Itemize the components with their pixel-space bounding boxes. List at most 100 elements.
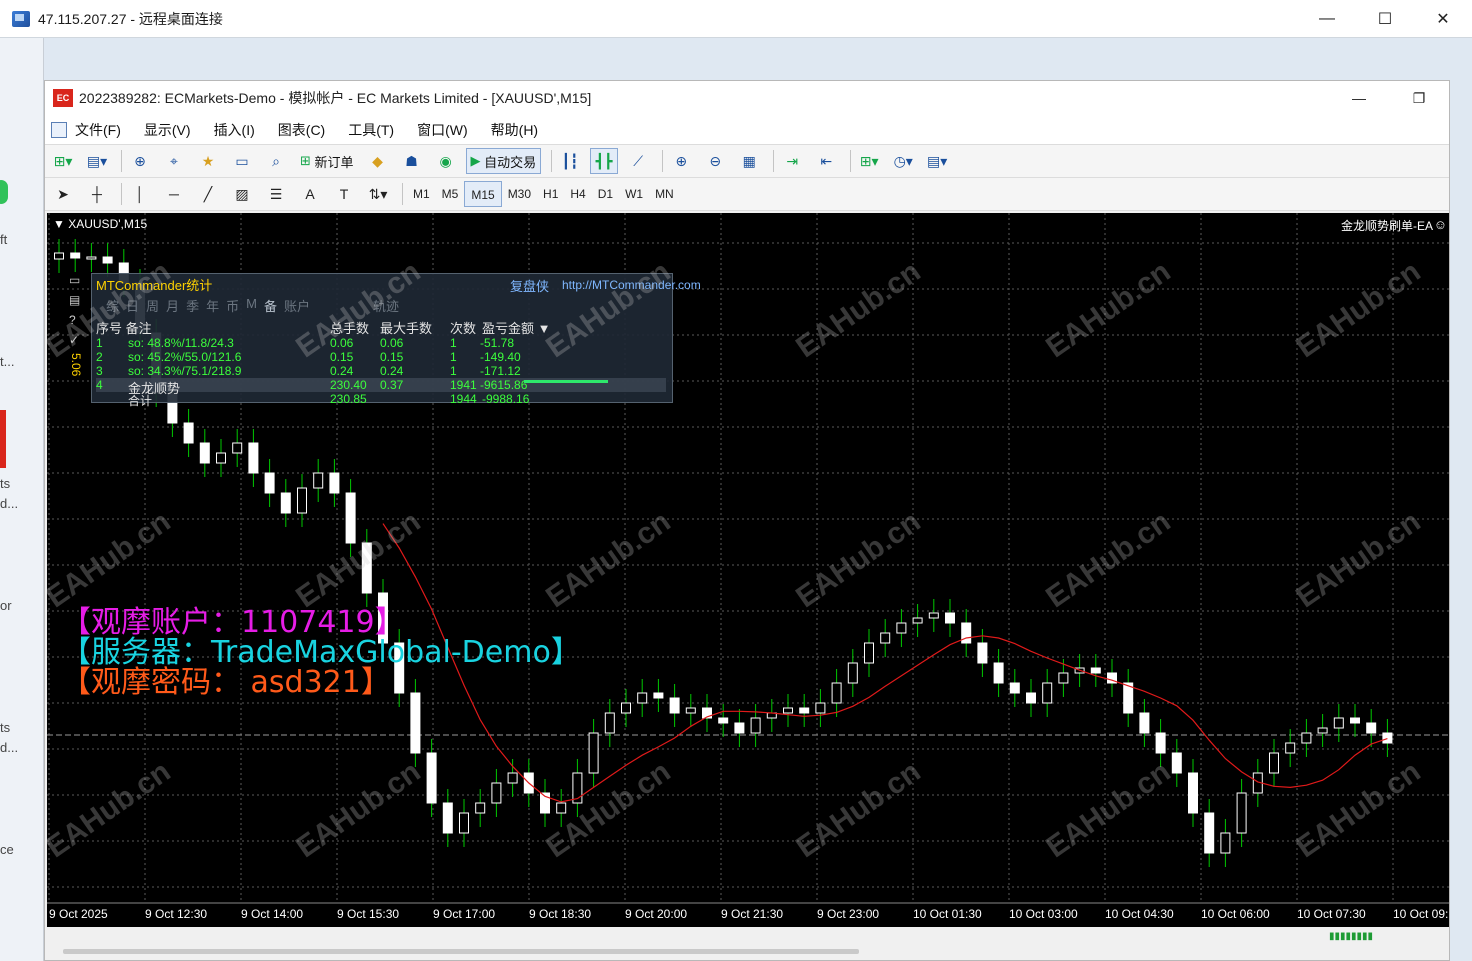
minimize-button[interactable]: —	[1298, 0, 1356, 38]
chart-autoscroll-button[interactable]: ⇥	[778, 148, 806, 174]
equidistant-channel-button[interactable]: ▨	[228, 181, 256, 207]
tab-currency[interactable]: 币	[226, 296, 239, 315]
candle-body	[216, 452, 226, 464]
mt4-minimize-button[interactable]: —	[1329, 81, 1389, 115]
col-pnl[interactable]: 盈亏金额 ▼	[482, 318, 550, 337]
tab-track[interactable]: 轨迹	[373, 296, 399, 315]
ea-smile-icon: ☺	[1433, 217, 1447, 232]
candlestick-button[interactable]: ┫┣	[590, 148, 619, 174]
metaeditor-button[interactable]: ◆	[364, 148, 392, 174]
signals-button[interactable]: ☗	[398, 148, 426, 174]
minimize-panel-icon[interactable]: ▭	[69, 273, 87, 293]
crosshair-button[interactable]: ┼	[83, 181, 111, 207]
text-icon: A	[305, 186, 315, 202]
menu-file[interactable]: 文件(F)	[75, 120, 121, 140]
remote-desktop-background: ft t... ts d... or ts d... ce	[0, 38, 44, 961]
fibonacci-button[interactable]: ☰	[262, 181, 290, 207]
close-button[interactable]: ✕	[1414, 0, 1472, 38]
menu-charts[interactable]: 图表(C)	[278, 120, 325, 140]
tab-comment[interactable]: 备	[264, 296, 277, 315]
timeframe-w1[interactable]: W1	[619, 181, 649, 207]
vertical-line-icon: │	[135, 186, 145, 202]
check-icon[interactable]: ✓	[69, 333, 87, 353]
text-label-button[interactable]: T	[330, 181, 358, 207]
templates-button[interactable]: ▤▾	[923, 148, 951, 174]
price-chart[interactable]: ▼ XAUUSD',M15 金龙顺势刷单-EA ☺ ▭ ▤ ? ✓ 5.06 M…	[47, 213, 1449, 927]
rdp-window-title: 47.115.207.27 - 远程桌面连接	[38, 10, 223, 27]
profiles-button[interactable]: ▤▾	[83, 148, 111, 174]
tab-day[interactable]: 日	[126, 296, 139, 315]
timeframe-h4[interactable]: H4	[564, 181, 591, 207]
cursor-button[interactable]: ➤	[49, 181, 77, 207]
toolbar-separator	[662, 150, 664, 172]
timeframe-m15[interactable]: M15	[464, 181, 502, 207]
periods-button[interactable]: ◷▾	[889, 148, 917, 174]
tab-magic[interactable]: M	[246, 296, 257, 315]
candle-body	[313, 472, 324, 489]
terminal-button[interactable]: ▭	[228, 148, 256, 174]
vertical-line-button[interactable]: │	[126, 181, 154, 207]
tab-quarter[interactable]: 季	[186, 296, 199, 315]
data-window-button[interactable]: ⌖	[160, 148, 188, 174]
market-watch-button[interactable]: ⊕	[126, 148, 154, 174]
desktop-label: or	[0, 598, 12, 613]
trendline-button[interactable]: ╱	[194, 181, 222, 207]
menu-help[interactable]: 帮助(H)	[491, 120, 538, 140]
tab-year[interactable]: 年	[206, 296, 219, 315]
navigator-button[interactable]: ★	[194, 148, 222, 174]
candle-body	[1220, 832, 1231, 854]
timeframe-d1[interactable]: D1	[592, 181, 619, 207]
auto-trading-button[interactable]: ▶ 自动交易	[465, 148, 542, 174]
horizontal-line-button[interactable]: ─	[160, 181, 188, 207]
time-axis-label: 9 Oct 18:30	[529, 907, 592, 921]
tab-week[interactable]: 周	[146, 296, 159, 315]
timeframe-mn[interactable]: MN	[649, 181, 680, 207]
timeframe-m30[interactable]: M30	[502, 181, 537, 207]
zoom-in-button[interactable]: ⊕	[667, 148, 695, 174]
help-icon[interactable]: ?	[69, 313, 87, 333]
tab-account[interactable]: 账户	[284, 296, 310, 315]
candle-body	[507, 772, 518, 784]
tab-overall[interactable]: 综	[106, 296, 119, 315]
candle-body	[183, 422, 194, 444]
strategy-tester-button[interactable]: ⌕	[262, 148, 290, 174]
mt4-restore-button[interactable]: ❐	[1389, 81, 1449, 115]
menu-window[interactable]: 窗口(W)	[417, 120, 468, 140]
market-button[interactable]: ◉	[432, 148, 460, 174]
tile-windows-button[interactable]: ▦	[735, 148, 763, 174]
line-chart-button[interactable]: ⟋	[624, 148, 652, 174]
bar-chart-button[interactable]: ┃┇	[556, 148, 584, 174]
candle-body	[199, 442, 210, 464]
desktop-icon-green	[0, 180, 8, 204]
chart-shift-icon: ⇤	[820, 152, 833, 169]
chart-shift-button[interactable]: ⇤	[812, 148, 840, 174]
menu-insert[interactable]: 插入(I)	[214, 120, 255, 140]
ec-logo: EC	[53, 89, 73, 107]
candle-body	[475, 802, 486, 814]
new-order-button[interactable]: ⊞ 新订单	[296, 148, 358, 174]
indicators-button[interactable]: ⊞▾	[855, 148, 883, 174]
timeframe-h1[interactable]: H1	[537, 181, 564, 207]
mtcommander-url[interactable]: http://MTCommander.com	[562, 278, 701, 292]
timeframe-m1[interactable]: M1	[407, 181, 436, 207]
replay-link[interactable]: 复盘侠	[510, 276, 549, 295]
stats-total-row: 合计 230.85 1944 -9988.16	[96, 392, 666, 408]
toolbar-separator	[121, 150, 122, 172]
maximize-button[interactable]: ☐	[1356, 0, 1414, 38]
zoom-out-button[interactable]: ⊖	[701, 148, 729, 174]
arrows-button[interactable]: ⇅▾	[364, 181, 392, 207]
menu-tools[interactable]: 工具(T)	[348, 120, 394, 140]
stats-total-pnl: -9988.16	[482, 392, 530, 406]
menu-view[interactable]: 显示(V)	[144, 120, 191, 140]
bar-chart-icon: ┃┇	[561, 152, 579, 169]
panel-list-icon[interactable]: ▤	[69, 293, 87, 313]
new-chart-button[interactable]: ⊞▾	[49, 148, 77, 174]
stats-cell-total: 0.06	[330, 336, 354, 350]
stats-cell-count: 1	[450, 364, 457, 378]
candle-body	[410, 692, 421, 754]
tab-month[interactable]: 月	[166, 296, 179, 315]
horizontal-scrollbar[interactable]	[63, 949, 859, 954]
timeframe-m5[interactable]: M5	[436, 181, 465, 207]
candle-body	[1139, 712, 1150, 734]
text-button[interactable]: A	[296, 181, 324, 207]
